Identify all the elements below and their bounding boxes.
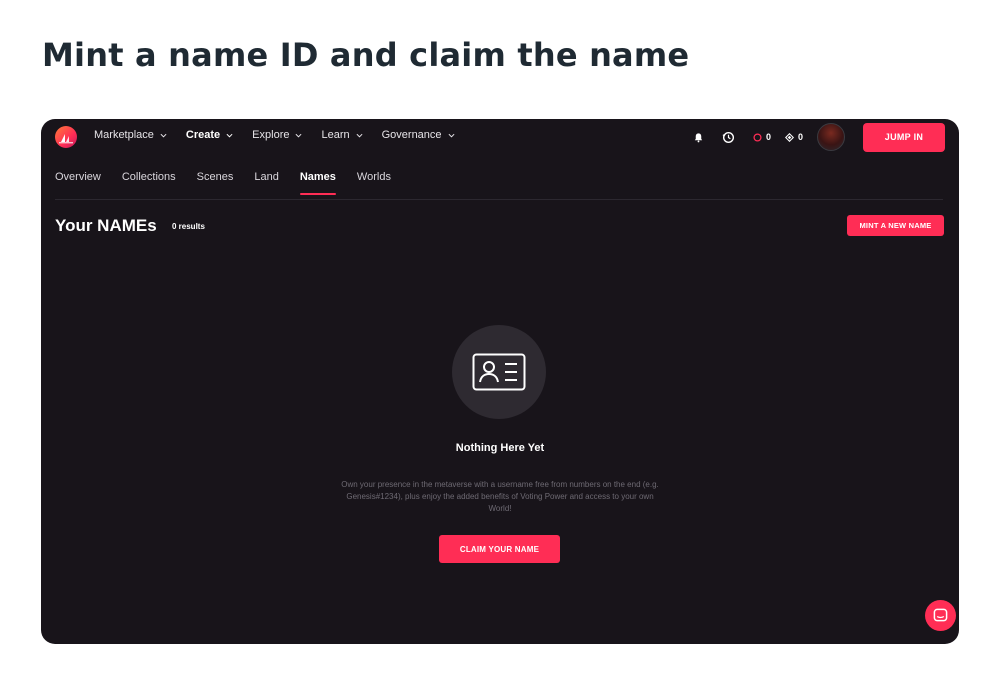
mana-icon xyxy=(753,132,762,142)
user-toolbar: 0 0 JUMP IN xyxy=(693,122,945,152)
mana-balance[interactable]: 0 xyxy=(753,132,771,142)
empty-state-illustration xyxy=(452,325,546,419)
subnav-divider xyxy=(55,199,943,200)
menu-explore[interactable]: Explore xyxy=(252,129,302,141)
chevron-down-icon xyxy=(295,133,302,138)
main-menu: Marketplace Create Explore Learn Governa… xyxy=(94,129,474,141)
chat-launcher-button[interactable] xyxy=(925,600,956,631)
polygon-count: 0 xyxy=(797,132,803,142)
history-icon xyxy=(722,131,734,143)
menu-label: Create xyxy=(185,129,221,141)
chevron-down-icon xyxy=(448,133,455,138)
empty-state-description: Own your presence in the metaverse with … xyxy=(341,480,659,513)
results-count: 0 results xyxy=(172,222,205,231)
menu-learn[interactable]: Learn xyxy=(321,129,363,141)
polygon-icon xyxy=(784,132,794,142)
page: Mint a name ID and claim the name Market… xyxy=(0,0,1000,682)
activity-button[interactable] xyxy=(722,131,739,144)
menu-label: Governance xyxy=(381,129,442,141)
decentraland-logo[interactable] xyxy=(55,126,77,148)
mana-count: 0 xyxy=(765,132,771,142)
claim-your-name-button[interactable]: CLAIM YOUR NAME xyxy=(439,535,560,563)
tab-overview[interactable]: Overview xyxy=(55,171,101,195)
tab-worlds[interactable]: Worlds xyxy=(357,171,391,195)
avatar[interactable] xyxy=(817,123,845,151)
subnav-tabs: Overview Collections Scenes Land Names W… xyxy=(55,171,412,195)
polygon-balance[interactable]: 0 xyxy=(784,132,803,142)
tab-scenes[interactable]: Scenes xyxy=(197,171,234,195)
tab-names[interactable]: Names xyxy=(299,171,337,195)
jump-in-button[interactable]: JUMP IN xyxy=(863,122,945,152)
top-navbar: Marketplace Create Explore Learn Governa… xyxy=(41,119,959,155)
chat-icon xyxy=(933,608,948,622)
notifications-button[interactable] xyxy=(693,132,708,143)
chevron-down-icon xyxy=(226,133,233,138)
menu-governance[interactable]: Governance xyxy=(382,129,455,141)
tab-land[interactable]: Land xyxy=(254,171,278,195)
menu-label: Learn xyxy=(321,129,350,141)
menu-marketplace[interactable]: Marketplace xyxy=(94,129,167,141)
app-window: Marketplace Create Explore Learn Governa… xyxy=(41,119,959,644)
menu-create[interactable]: Create xyxy=(186,129,233,141)
menu-label: Explore xyxy=(252,129,290,141)
mint-new-name-button[interactable]: MINT A NEW NAME xyxy=(847,215,944,236)
empty-state-title: Nothing Here Yet xyxy=(455,442,545,454)
menu-label: Marketplace xyxy=(94,129,154,141)
section-title: Your NAMEs xyxy=(55,216,157,235)
id-card-icon xyxy=(472,353,526,391)
chevron-down-icon xyxy=(160,133,167,138)
chevron-down-icon xyxy=(356,133,363,138)
tab-collections[interactable]: Collections xyxy=(122,171,176,195)
bell-icon xyxy=(694,132,703,142)
page-heading: Mint a name ID and claim the name xyxy=(42,36,690,74)
